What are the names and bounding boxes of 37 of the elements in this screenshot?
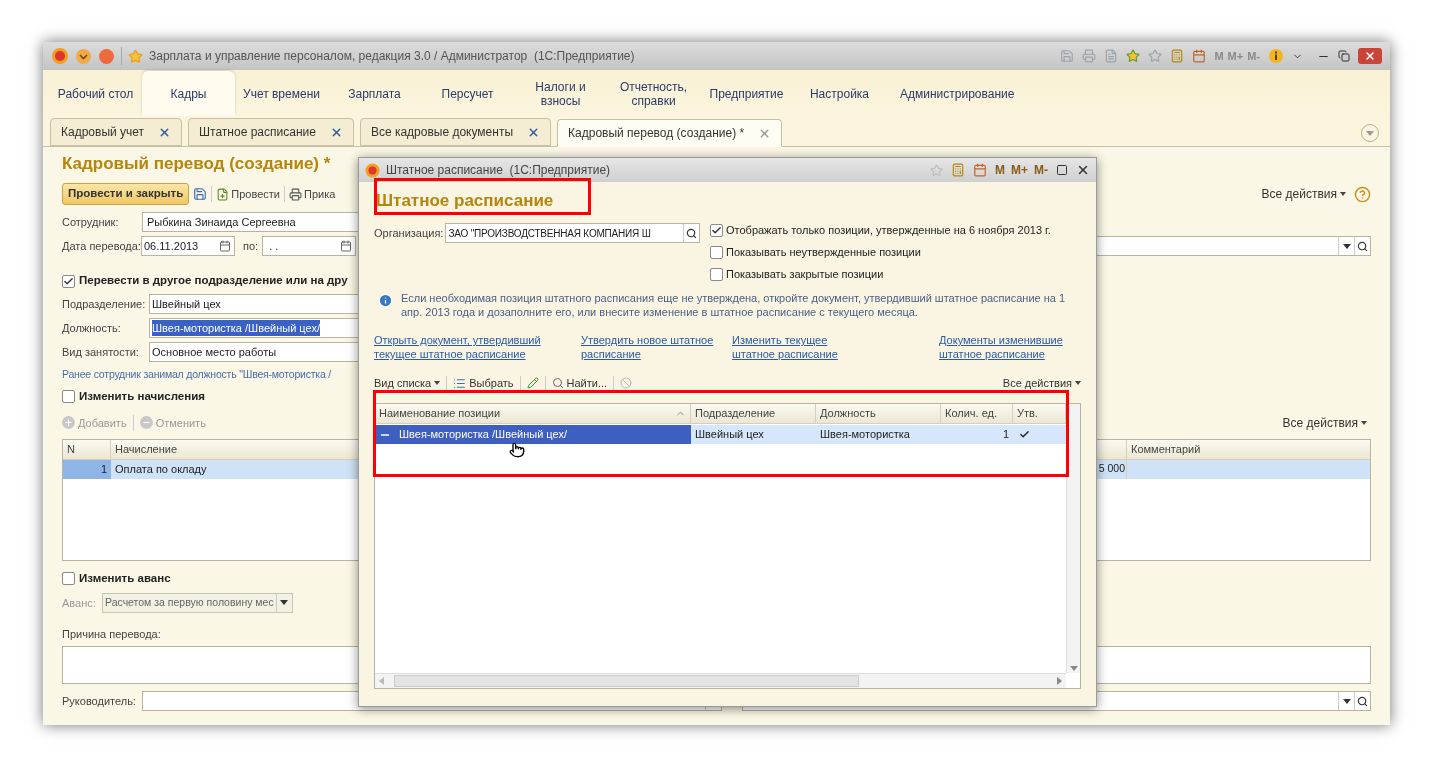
table-cell-text: Швейный цех [695,427,764,443]
field-label: Руководитель: [62,694,137,709]
table-cell: Оплата по окладу [115,463,207,475]
table-cell-text: 1 [100,462,107,477]
field-label: Подразделение: [62,296,147,312]
field-label: Дата перевода: [62,238,141,254]
field-label: Организация: [374,225,444,241]
checkbox-label: Отображать только позиции, утвержденные на 6 ноября 2013 г. [726,222,1051,238]
checkbox-label: Перевести в другое подразделение или на дру [79,273,348,289]
checkbox-label: Изменить аванс [79,571,171,587]
dialog-heading: Штатное расписание [376,190,554,212]
column-header: Должность [820,406,876,422]
column-header: N [67,442,75,457]
table-cell-text: Швея-мотористка [820,427,910,443]
field-label: Причина перевода: [62,626,161,642]
field-label: Должность: [62,320,122,336]
dialog-title: Штатное расписание (1С:Предприятие) [386,162,611,179]
column-header: Подразделение [695,406,776,422]
field-label: Сотрудник: [62,214,120,230]
checkbox-label: Изменить начисления [79,389,205,405]
info-text: Если необходимая позиция штатного расписания еще не утверждена, откройте документ, утвердивший штатное расписание на 1 апр. 2013 года и дозаполните его, или внесите изменение в штатное расписание с текущего месяца. [401,291,1067,319]
column-header: Начисление [115,442,178,457]
column-header: Утв. [1017,406,1038,422]
table-cell-text: 5 000 [1098,461,1125,477]
document-title: Кадровый перевод (создание) * [62,153,331,175]
window-title: Зарплата и управление персоналом, редакция 3.0 / Администратор (1С:Предприятие) [149,48,635,65]
table-cell-text: Швея-мотористка /Швейный цех/ [399,427,567,443]
column-header: Наименование позиции [379,406,501,422]
field-label: Вид занятости: [62,344,140,360]
column-header: Комментарий [1131,442,1201,457]
previous-position-note: Ранее сотрудник занимал должность "Швея-мотористка / [62,367,332,382]
column-header: Колич. ед. [945,406,998,422]
checkbox-label: Показывать неутвержденные позиции [726,244,921,260]
field-label: Аванс: [62,595,97,611]
checkbox-label: Показывать закрытые позиции [726,266,884,282]
field-label: по: [243,238,259,254]
table-cell-text: 1 [1002,427,1009,443]
